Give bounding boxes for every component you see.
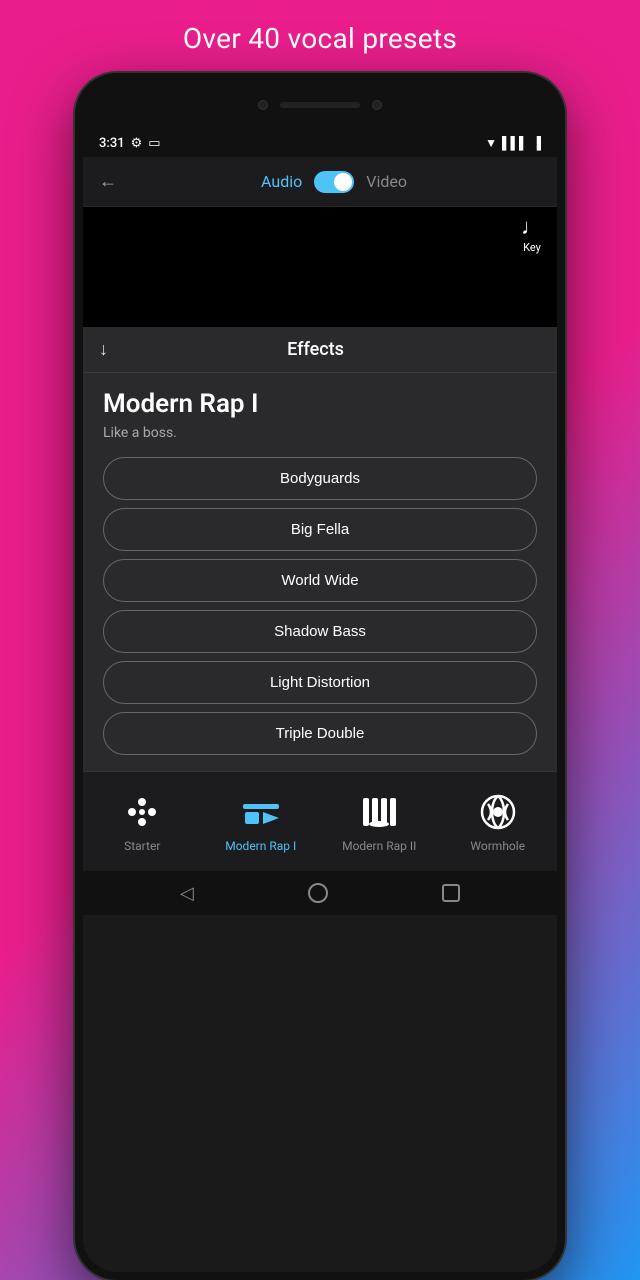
nav-label-modern-rap-1: Modern Rap I	[225, 839, 296, 853]
starter-icon	[120, 790, 164, 834]
phone-bottom-bar: ◁	[83, 871, 557, 915]
key-label: Key	[523, 241, 541, 254]
nav-item-starter[interactable]: Starter	[83, 790, 202, 853]
key-button[interactable]: ♩ Key	[521, 217, 543, 254]
effect-btn-light-distortion[interactable]: Light Distortion	[103, 661, 537, 704]
tab-video[interactable]: Video	[366, 172, 407, 191]
effect-btn-triple-double[interactable]: Triple Double	[103, 712, 537, 755]
effect-btn-bodyguards[interactable]: Bodyguards	[103, 457, 537, 500]
speaker	[280, 102, 360, 108]
proximity-sensor	[372, 100, 382, 110]
effect-btn-big-fella[interactable]: Big Fella	[103, 508, 537, 551]
preset-description: Like a boss.	[103, 425, 537, 441]
nav-label-wormhole: Wormhole	[470, 839, 525, 853]
preset-content: Modern Rap I Like a boss. Bodyguards Big…	[83, 373, 557, 771]
recents-gesture[interactable]	[442, 884, 460, 902]
toggle-switch[interactable]	[314, 171, 354, 193]
key-music-icon: ♩	[521, 217, 543, 239]
download-icon[interactable]: ↓	[99, 339, 108, 360]
modern-rap-2-icon	[357, 790, 401, 834]
wifi-icon: ▼	[485, 136, 497, 150]
gear-icon: ⚙	[131, 136, 143, 151]
status-time: 3:31	[99, 136, 125, 151]
page-background-title: Over 40 vocal presets	[183, 0, 457, 73]
toggle-knob	[334, 173, 352, 191]
back-button[interactable]: ←	[99, 171, 117, 192]
modern-rap-1-icon	[239, 790, 283, 834]
app-header: ← Audio Video	[83, 157, 557, 207]
nav-label-modern-rap-2: Modern Rap II	[342, 839, 416, 853]
status-bar: 3:31 ⚙ ▭ ▼ ▌▌▌ ▐	[83, 129, 557, 157]
nav-item-wormhole[interactable]: Wormhole	[439, 790, 558, 853]
effects-title: Effects	[118, 339, 541, 360]
preset-name: Modern Rap I	[103, 389, 537, 419]
effects-panel: ↓ Effects Modern Rap I Like a boss. Body…	[83, 327, 557, 871]
video-preview: ♩ Key	[83, 207, 557, 327]
battery-icon: ▐	[532, 136, 541, 150]
effect-buttons-list: Bodyguards Big Fella World Wide Shadow B…	[103, 457, 537, 755]
nav-label-starter: Starter	[124, 839, 160, 853]
effect-btn-shadow-bass[interactable]: Shadow Bass	[103, 610, 537, 653]
battery-status-icon: ▭	[148, 136, 160, 151]
phone-frame: 3:31 ⚙ ▭ ▼ ▌▌▌ ▐ ← Audio Video ♩ Key ↓	[75, 73, 565, 1280]
home-gesture[interactable]	[308, 883, 328, 903]
tab-audio[interactable]: Audio	[261, 172, 302, 191]
effect-btn-world-wide[interactable]: World Wide	[103, 559, 537, 602]
effects-header: ↓ Effects	[83, 327, 557, 373]
nav-item-modern-rap-1[interactable]: Modern Rap I	[202, 790, 321, 853]
phone-top-bar	[83, 81, 557, 129]
wormhole-icon	[476, 790, 520, 834]
front-camera	[258, 100, 268, 110]
back-gesture[interactable]: ◁	[180, 883, 194, 904]
bottom-nav: Starter Modern Rap I	[83, 771, 557, 871]
nav-item-modern-rap-2[interactable]: Modern Rap II	[320, 790, 439, 853]
signal-icon: ▌▌▌	[502, 136, 528, 150]
